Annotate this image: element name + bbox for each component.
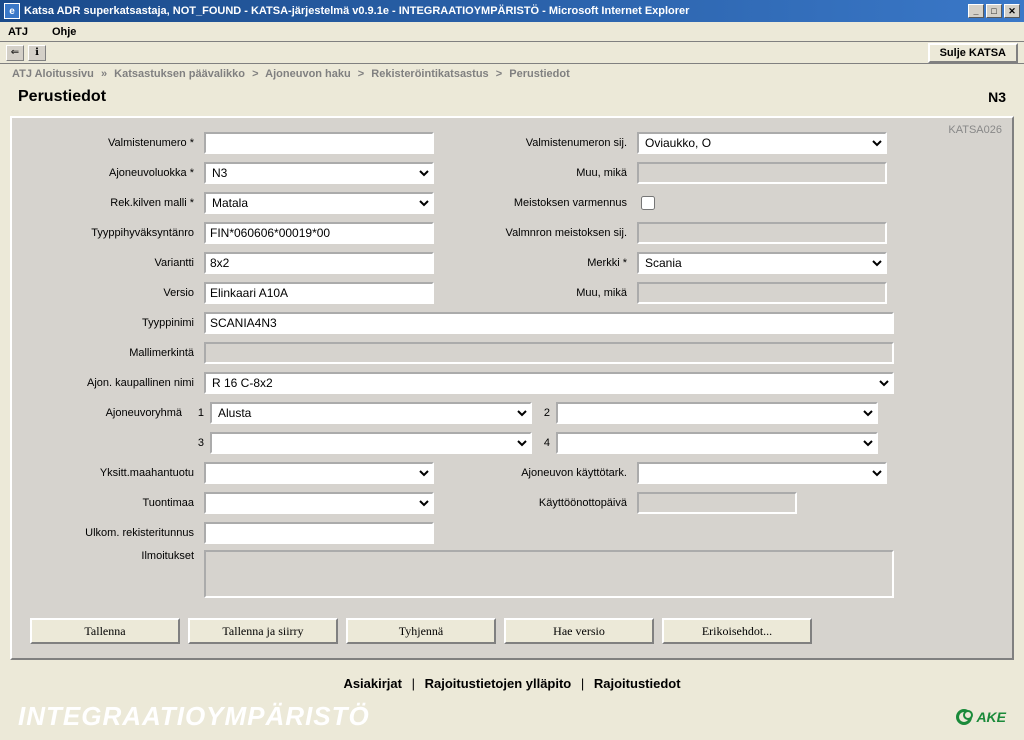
menubar: ATJ Ohje: [0, 22, 1024, 42]
label-rekkilven: Rek.kilven malli *: [30, 197, 198, 209]
footer: INTEGRAATIOYMPÄRISTÖ AKE: [0, 697, 1024, 740]
select-ajoneuvoryhma-2[interactable]: [556, 402, 878, 424]
toolbar: ⇐ ℹ Sulje KATSA: [0, 42, 1024, 64]
group-num-1: 1: [192, 407, 204, 419]
label-valmnron-sij: Valmnron meistoksen sij.: [466, 227, 631, 239]
label-meistoksen: Meistoksen varmennus: [466, 197, 631, 209]
vehicle-class-code: N3: [988, 89, 1006, 105]
label-valmistenumero: Valmistenumero *: [30, 137, 198, 149]
menu-atj[interactable]: ATJ: [8, 26, 28, 38]
select-merkki[interactable]: Scania: [637, 252, 887, 274]
label-ulkom: Ulkom. rekisteritunnus: [30, 527, 198, 539]
button-tyhjenna[interactable]: Tyhjennä: [346, 618, 496, 644]
label-ajoneuvoryhma: Ajoneuvoryhmä: [30, 407, 186, 419]
input-kayttoonotto: [637, 492, 797, 514]
input-tyyppihyv[interactable]: [204, 222, 434, 244]
link-rajoitus-yllapito[interactable]: Rajoitustietojen ylläpito: [425, 676, 572, 691]
input-variantti[interactable]: [204, 252, 434, 274]
minimize-button[interactable]: _: [968, 4, 984, 18]
page-heading-row: Perustiedot N3: [0, 84, 1024, 116]
select-valmistenumeron-sij[interactable]: Oviaukko, O: [637, 132, 887, 154]
page-title: Perustiedot: [18, 88, 106, 106]
select-yksitt[interactable]: [204, 462, 434, 484]
environment-label: INTEGRAATIOYMPÄRISTÖ: [18, 701, 370, 732]
label-variantti: Variantti: [30, 257, 198, 269]
label-ilmoitukset: Ilmoitukset: [30, 550, 198, 562]
label-muu-mika: Muu, mikä: [466, 167, 631, 179]
window-titlebar: e Katsa ADR superkatsastaja, NOT_FOUND -…: [0, 0, 1024, 22]
input-valmnron-sij: [637, 222, 887, 244]
select-kayttotark[interactable]: [637, 462, 887, 484]
crumb-1[interactable]: Katsastuksen päävalikko: [114, 68, 245, 80]
group-num-4: 4: [538, 437, 550, 449]
label-merkki: Merkki *: [466, 257, 631, 269]
label-yksitt: Yksitt.maahantuotu: [30, 467, 198, 479]
button-erikoisehdot[interactable]: Erikoisehdot...: [662, 618, 812, 644]
label-tyyppihyv: Tyyppihyväksyntänro: [30, 227, 198, 239]
label-kayttoonotto: Käyttöönottopäivä: [466, 497, 631, 509]
label-valmistenumeron-sij: Valmistenumeron sij.: [466, 137, 631, 149]
panel-code: KATSA026: [948, 124, 1002, 136]
maximize-button[interactable]: □: [986, 4, 1002, 18]
info-button[interactable]: ℹ: [28, 45, 46, 61]
action-button-row: Tallenna Tallenna ja siirry Tyhjennä Hae…: [30, 598, 994, 650]
input-mallimerkinta: [204, 342, 894, 364]
input-muu-mika: [637, 162, 887, 184]
select-tuontimaa[interactable]: [204, 492, 434, 514]
crumb-2[interactable]: Ajoneuvon haku: [265, 68, 351, 80]
input-valmistenumero[interactable]: [204, 132, 434, 154]
window-title: Katsa ADR superkatsastaja, NOT_FOUND - K…: [24, 5, 968, 17]
button-hae-versio[interactable]: Hae versio: [504, 618, 654, 644]
link-asiakirjat[interactable]: Asiakirjat: [343, 676, 402, 691]
logo-ring-icon: [956, 709, 972, 725]
label-kayttotark: Ajoneuvon käyttötark.: [466, 467, 631, 479]
bottom-links: Asiakirjat | Rajoitustietojen ylläpito |…: [0, 670, 1024, 697]
close-window-button[interactable]: ✕: [1004, 4, 1020, 18]
crumb-3[interactable]: Rekisteröintikatsastus: [371, 68, 488, 80]
input-tyyppinimi[interactable]: [204, 312, 894, 334]
select-ajoneuvoryhma-1[interactable]: Alusta: [210, 402, 532, 424]
select-kaupallinen[interactable]: R 16 C-8x2: [204, 372, 894, 394]
input-ulkom[interactable]: [204, 522, 434, 544]
label-tuontimaa: Tuontimaa: [30, 497, 198, 509]
checkbox-meistoksen[interactable]: [641, 196, 655, 210]
label-ajoneuvoluokka: Ajoneuvoluokka *: [30, 167, 198, 179]
form-panel: KATSA026 Valmistenumero * Valmistenumero…: [10, 116, 1014, 660]
input-muu-mika2: [637, 282, 887, 304]
menu-help[interactable]: Ohje: [52, 26, 76, 38]
crumb-0[interactable]: ATJ Aloitussivu: [12, 68, 94, 80]
back-button[interactable]: ⇐: [6, 45, 24, 61]
select-rekkilven[interactable]: Matala: [204, 192, 434, 214]
ake-logo: AKE: [956, 709, 1006, 725]
label-tyyppinimi: Tyyppinimi: [30, 317, 198, 329]
label-muu-mika2: Muu, mikä: [466, 287, 631, 299]
link-rajoitustiedot[interactable]: Rajoitustiedot: [594, 676, 681, 691]
button-tallenna-siirry[interactable]: Tallenna ja siirry: [188, 618, 338, 644]
button-tallenna[interactable]: Tallenna: [30, 618, 180, 644]
label-kaupallinen: Ajon. kaupallinen nimi: [30, 377, 198, 389]
label-mallimerkinta: Mallimerkintä: [30, 347, 198, 359]
input-versio[interactable]: [204, 282, 434, 304]
label-versio: Versio: [30, 287, 198, 299]
group-num-2: 2: [538, 407, 550, 419]
group-num-3: 3: [192, 437, 204, 449]
crumb-4: Perustiedot: [509, 68, 570, 80]
select-ajoneuvoryhma-3[interactable]: [210, 432, 532, 454]
textarea-ilmoitukset: [204, 550, 894, 598]
select-ajoneuvoluokka[interactable]: N3: [204, 162, 434, 184]
ie-icon: e: [4, 3, 20, 19]
select-ajoneuvoryhma-4[interactable]: [556, 432, 878, 454]
breadcrumb: ATJ Aloitussivu » Katsastuksen päävalikk…: [0, 64, 1024, 84]
close-katsa-button[interactable]: Sulje KATSA: [928, 43, 1018, 63]
